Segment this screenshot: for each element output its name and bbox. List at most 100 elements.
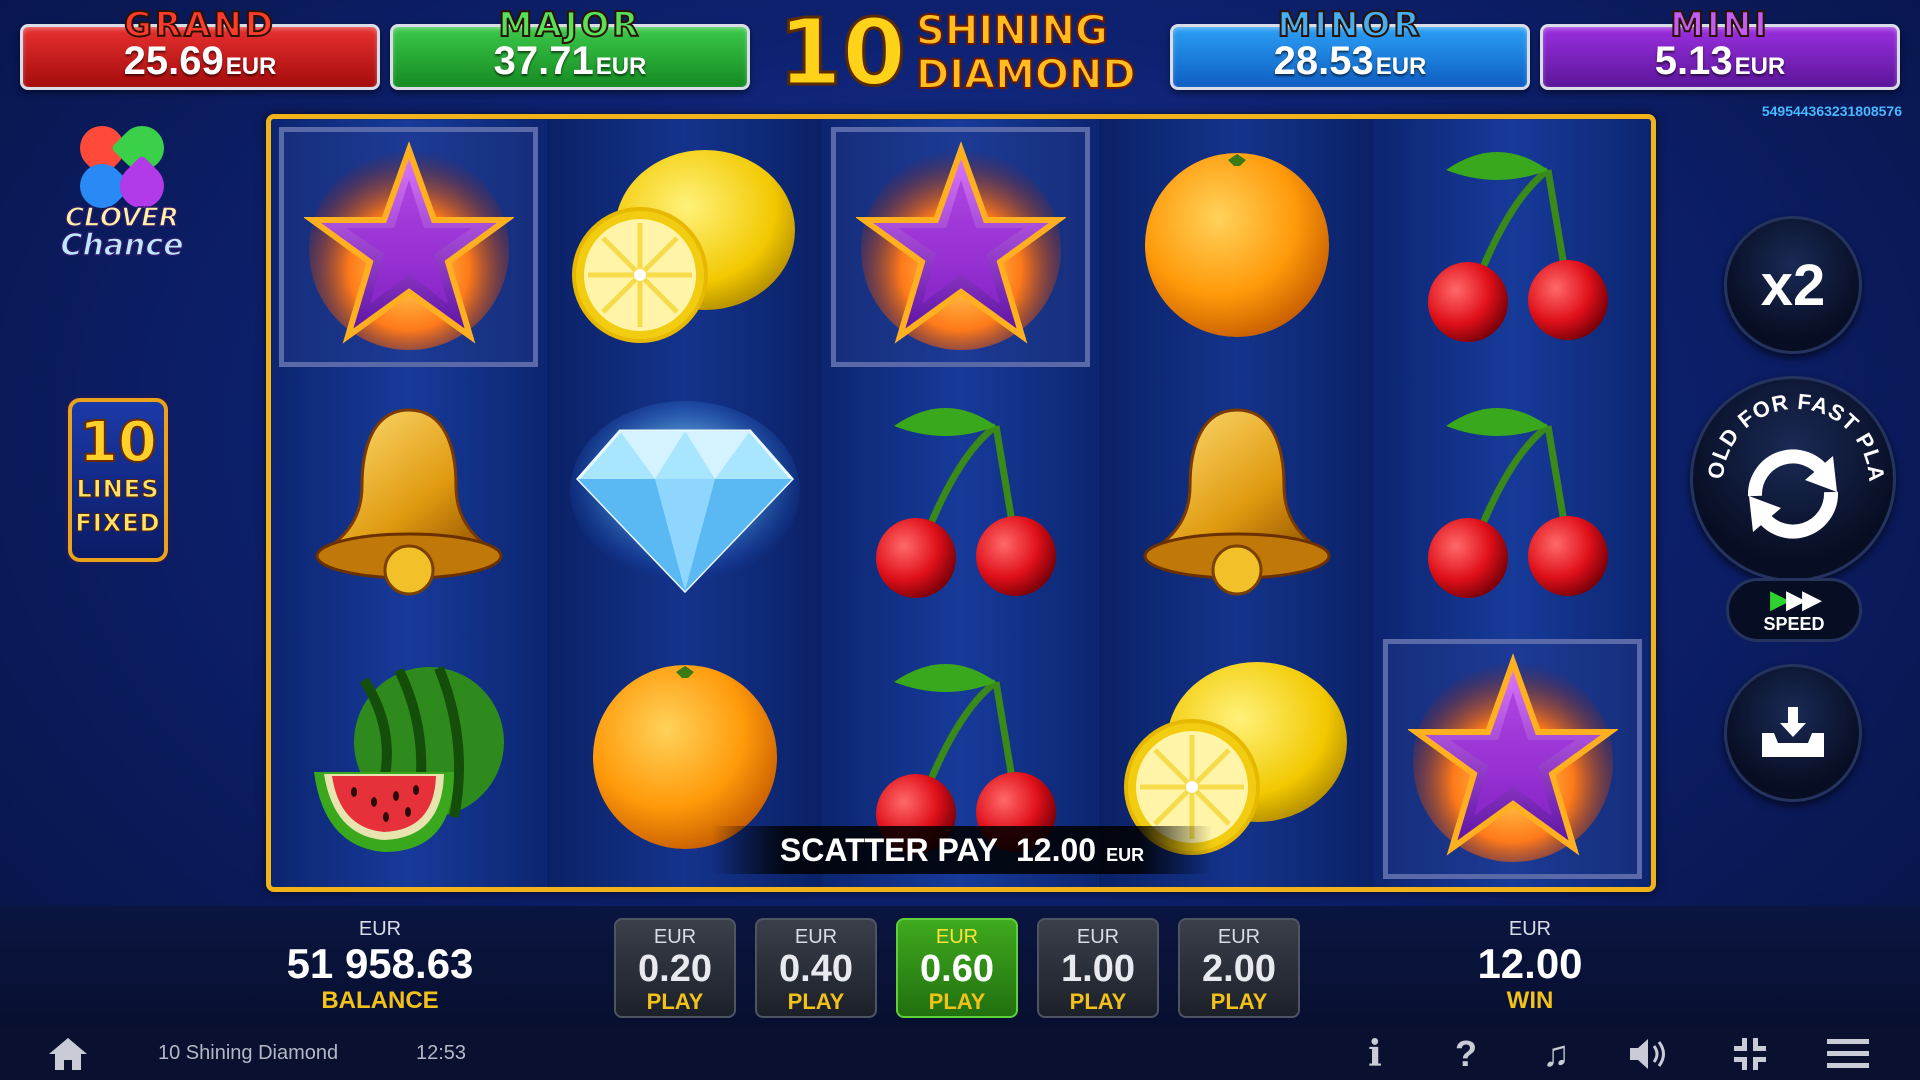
jackpot-bar: GRAND 25.69EUR MAJOR 37.71EUR 10 SHINING…	[0, 0, 1920, 100]
menu-icon[interactable]	[1826, 1036, 1870, 1072]
bet-option-4[interactable]: EUR 2.00 PLAY	[1178, 918, 1300, 1018]
reel-cell	[1375, 119, 1650, 375]
sound-icon[interactable]	[1626, 1036, 1676, 1072]
jackpot-minor-value: 28.53	[1273, 38, 1374, 83]
bet-currency: EUR	[1076, 926, 1120, 948]
clover-chance-logo: CLOVER Chance	[42, 116, 202, 282]
reel-cell	[1375, 375, 1650, 631]
balance-currency: EUR	[358, 918, 402, 940]
bet-currency: EUR	[653, 926, 697, 948]
bet-currency: EUR	[1217, 926, 1261, 948]
bet-option-1[interactable]: EUR 0.40 PLAY	[755, 918, 877, 1018]
jackpot-minor-currency: EUR	[1375, 52, 1427, 80]
balance-value: 51 958.63	[286, 940, 474, 987]
jackpot-major-currency: EUR	[595, 52, 647, 80]
home-icon[interactable]	[46, 1036, 90, 1072]
reel-3	[823, 119, 1098, 887]
bet-value: 1.00	[1061, 948, 1135, 990]
bet-option-0[interactable]: EUR 0.20 PLAY	[614, 918, 736, 1018]
game-logo: 10 SHINING DIAMOND	[776, 0, 1142, 106]
lines-fixed-badge: 10 LINES FIXED	[68, 398, 168, 562]
collect-button[interactable]	[1724, 664, 1862, 802]
jackpot-major-value: 37.71	[493, 38, 594, 83]
footer-bar: 10 Shining Diamond 12:53 i ? ♫	[0, 1028, 1920, 1080]
logo-line1: SHINING	[915, 8, 1109, 54]
bet-value: 0.40	[779, 948, 853, 990]
speed-button[interactable]: ▶▶▶ SPEED	[1726, 578, 1862, 642]
help-icon[interactable]: ?	[1448, 1033, 1484, 1074]
bell-symbol-icon	[304, 396, 514, 611]
star-symbol-icon	[302, 140, 515, 355]
jackpot-major: MAJOR 37.71EUR	[390, 4, 750, 90]
reel-cell	[547, 119, 822, 375]
bet-bar: EUR 51 958.63 BALANCE EUR 0.20 PLAY EUR …	[0, 906, 1920, 1028]
music-icon[interactable]: ♫	[1534, 1033, 1578, 1074]
lemon-symbol-icon	[570, 135, 800, 360]
bet-value: 0.60	[920, 948, 994, 990]
jackpot-grand-title: GRAND	[123, 4, 277, 46]
scatter-pay-amount: 12.00	[1016, 831, 1097, 868]
speed-label: SPEED	[1763, 613, 1825, 634]
spin-button[interactable]: HOLD FOR FAST PLAY	[1690, 376, 1896, 582]
win-currency: EUR	[1508, 918, 1552, 940]
bet-option-2[interactable]: EUR 0.60 PLAY	[896, 918, 1018, 1018]
reel-cell	[1375, 631, 1650, 887]
balance-panel: EUR 51 958.63 BALANCE	[250, 918, 510, 1015]
win-label: WIN	[1506, 987, 1554, 1014]
clock: 12:53	[416, 1042, 467, 1064]
jackpot-mini: MINI 5.13EUR	[1540, 4, 1900, 90]
reel-cell	[271, 631, 546, 887]
bet-currency: EUR	[935, 926, 979, 948]
reel-cell	[547, 375, 822, 631]
reel-grid	[266, 114, 1656, 892]
logo-line2: DIAMOND	[915, 52, 1137, 98]
jackpot-mini-title: MINI	[1669, 4, 1770, 46]
reel-4	[1099, 119, 1374, 887]
reel-cell	[271, 375, 546, 631]
bell-symbol-icon	[1132, 396, 1342, 611]
balance-label: BALANCE	[321, 987, 439, 1014]
bet-play-label: PLAY	[646, 989, 704, 1014]
info-icon[interactable]: i	[1360, 1033, 1390, 1075]
reel-1	[271, 119, 546, 887]
reel-cell	[271, 119, 546, 375]
download-tray-icon	[1762, 707, 1824, 757]
multiplier-button[interactable]: x2	[1724, 216, 1862, 354]
logo-number: 10	[776, 0, 907, 106]
scatter-pay-currency: EUR	[1106, 844, 1145, 865]
game-name: 10 Shining Diamond	[158, 1042, 339, 1064]
lines-number: 10	[78, 410, 158, 475]
bet-play-label: PLAY	[1069, 989, 1127, 1014]
clover-line2: Chance	[60, 228, 185, 263]
fullscreen-icon[interactable]	[1730, 1036, 1770, 1072]
reel-cell	[1099, 375, 1374, 631]
lines-label: LINES	[76, 475, 160, 504]
reel-2	[547, 119, 822, 887]
star-symbol-icon	[854, 140, 1067, 355]
win-value: 12.00	[1477, 940, 1583, 987]
session-id: 549544363231808576	[1761, 103, 1902, 119]
bet-currency: EUR	[794, 926, 838, 948]
jackpot-minor: MINOR 28.53EUR	[1170, 4, 1530, 90]
scatter-pay-banner: SCATTER PAY 12.00 EUR	[712, 826, 1212, 874]
bet-value: 0.20	[638, 948, 712, 990]
cherry-symbol-icon	[856, 396, 1066, 611]
win-panel: EUR 12.00 WIN	[1430, 918, 1630, 1015]
reel-cell	[823, 119, 1098, 375]
fixed-label: FIXED	[75, 509, 161, 538]
star-symbol-icon	[1406, 652, 1619, 867]
orange-symbol-icon	[1132, 140, 1342, 355]
cherry-symbol-icon	[1408, 140, 1618, 355]
jackpot-grand-value: 25.69	[123, 38, 224, 83]
bet-option-3[interactable]: EUR 1.00 PLAY	[1037, 918, 1159, 1018]
bet-play-label: PLAY	[928, 989, 986, 1014]
reel-5	[1375, 119, 1650, 887]
bet-play-label: PLAY	[787, 989, 845, 1014]
scatter-pay-label: SCATTER PAY	[779, 831, 998, 868]
jackpot-major-title: MAJOR	[498, 4, 642, 46]
jackpot-mini-value: 5.13	[1654, 38, 1733, 83]
bet-play-label: PLAY	[1210, 989, 1268, 1014]
jackpot-grand-currency: EUR	[225, 52, 277, 80]
bet-value: 2.00	[1202, 948, 1276, 990]
fast-forward-icon: ▶▶▶	[1770, 583, 1822, 614]
